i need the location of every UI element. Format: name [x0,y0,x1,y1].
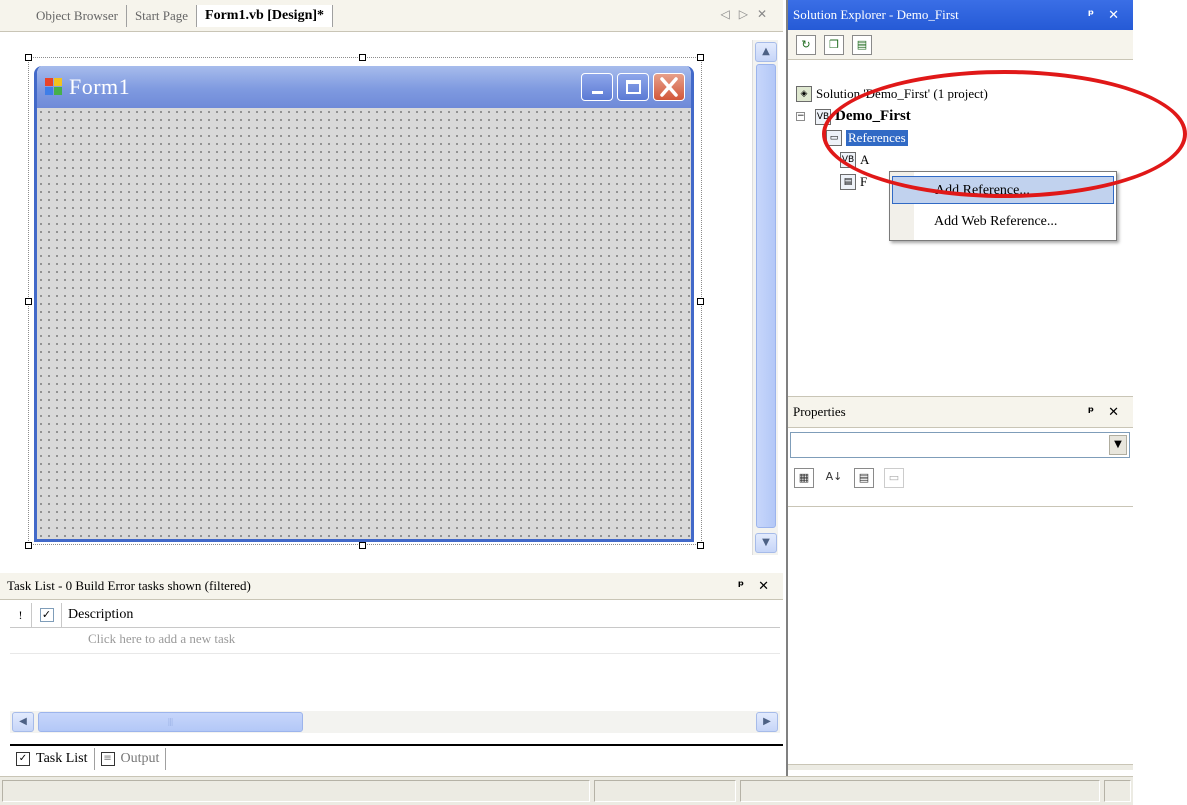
task-list-title: Task List - 0 Build Error tasks shown (f… [7,578,251,593]
object-selector-dropdown[interactable]: ▼ [790,432,1130,458]
bottom-tab-strip: ✓ Task List ≡ Output [10,744,783,772]
properties-description-splitter[interactable] [788,764,1133,770]
output-icon: ≡ [100,752,115,766]
vb-project-icon: VB [815,108,831,125]
pin-icon[interactable]: ᵖ [738,579,744,594]
tree-node-solution[interactable]: ◈ Solution 'Demo_First' (1 project) [796,86,988,102]
resize-handle-nw[interactable] [25,54,32,61]
right-dock: Solution Explorer - Demo_First ᵖ ✕ ↻ ❐ ▤… [786,0,1133,776]
form1-client-area[interactable] [37,108,691,539]
tab-next-icon[interactable]: ▷ [739,7,748,21]
resize-handle-s[interactable] [359,542,366,549]
alphabetical-icon[interactable]: A↓ [824,468,844,488]
form1-title: Form1 [69,74,131,99]
properties-grid[interactable] [788,506,1133,766]
maximize-icon[interactable] [617,73,649,101]
resize-handle-e[interactable] [697,298,704,305]
task-list-column-header: ! ✓ Description [10,602,780,628]
context-menu: Add Reference... Add Web Reference... [889,171,1117,241]
refresh-icon[interactable]: ↻ [796,34,816,55]
tab-close-icon[interactable]: ✕ [757,7,767,21]
designer-surface: Form1 [0,33,752,558]
description-column-header[interactable]: Description [62,607,133,623]
form1-window-buttons [581,73,685,101]
menu-item-add-reference[interactable]: Add Reference... [892,176,1114,204]
new-task-placeholder[interactable]: Click here to add a new task [88,631,235,647]
status-cell-main [2,780,590,802]
tab-object-browser[interactable]: Object Browser [28,4,127,27]
tab-output[interactable]: ≡ Output [95,748,167,770]
tree-node-form1[interactable]: ▤ F [840,174,867,190]
tree-node-references[interactable]: ▭ References [826,130,908,146]
property-pages-icon[interactable]: ▤ [854,468,874,488]
show-all-files-icon[interactable]: ❐ [824,34,844,55]
resize-handle-se[interactable] [697,542,704,549]
references-label: References [846,130,908,146]
references-icon: ▭ [826,130,842,146]
tree-node-project[interactable]: − VB Demo_First [796,108,911,125]
task-row-divider [10,653,780,654]
form-file-icon: ▤ [840,174,856,190]
events-icon[interactable]: ▭ [884,468,904,488]
task-list-icon: ✓ [16,752,30,766]
minimize-icon[interactable] [581,73,613,101]
form1-window[interactable]: Form1 [34,66,694,542]
form-icon [45,78,63,96]
pin-icon[interactable]: ᵖ [1088,405,1094,420]
collapse-icon[interactable]: − [796,112,805,121]
close-icon[interactable]: ✕ [1108,405,1119,420]
vb-file-icon: VB [840,152,856,168]
properties-toolbar: ▦ A↓ ▤ ▭ [790,468,904,488]
scroll-down-icon[interactable]: ▼ [755,533,777,553]
properties-panel: Properties ᵖ ✕ ▼ ▦ A↓ ▤ ▭ [788,396,1133,776]
close-icon[interactable]: ✕ [758,579,769,594]
designer-vertical-scrollbar[interactable]: ▲ ▼ [752,40,778,555]
tab-start-page[interactable]: Start Page [127,4,198,27]
properties-header: Properties ᵖ ✕ [788,396,1133,428]
solution-explorer-title: Solution Explorer - Demo_First [793,7,959,22]
solution-explorer-header: Solution Explorer - Demo_First ᵖ ✕ [788,0,1133,30]
tab-nav-controls: ◁ ▷ ✕ [720,7,767,21]
project-label: Demo_First [835,108,911,124]
priority-column-header[interactable]: ! [10,602,32,628]
assemblyinfo-label: A [860,152,870,167]
checkbox-icon: ✓ [39,608,54,622]
tab-prev-icon[interactable]: ◁ [720,7,729,21]
status-cell-2 [594,780,736,802]
resize-handle-ne[interactable] [697,54,704,61]
scroll-thumb[interactable] [756,64,776,528]
resize-handle-w[interactable] [25,298,32,305]
solution-label: Solution 'Demo_First' (1 project) [816,86,988,101]
resize-handle-n[interactable] [359,54,366,61]
scroll-up-icon[interactable]: ▲ [755,42,777,62]
chevron-down-icon[interactable]: ▼ [1109,435,1127,455]
pin-icon[interactable]: ᵖ [1088,8,1094,23]
properties-title: Properties [793,404,846,419]
status-bar [0,776,1133,805]
solution-explorer-toolbar: ↻ ❐ ▤ [788,30,1133,60]
form1-label: F [860,174,868,189]
tab-form1-design[interactable]: Form1.vb [Design]* [197,4,334,27]
solution-icon: ◈ [796,86,812,102]
scroll-right-icon[interactable]: ▶ [756,712,778,732]
tab-output-label: Output [120,751,160,766]
scroll-left-icon[interactable]: ◀ [12,712,34,732]
status-cell-3 [740,780,1100,802]
resize-handle-sw[interactable] [25,542,32,549]
task-list-panel: Task List - 0 Build Error tasks shown (f… [0,573,783,743]
close-icon[interactable]: ✕ [1108,8,1119,23]
task-list-header: Task List - 0 Build Error tasks shown (f… [0,573,783,600]
close-icon[interactable] [653,73,685,101]
document-tab-strip: Object Browser Start Page Form1.vb [Desi… [0,0,783,32]
categorized-icon[interactable]: ▦ [794,468,814,488]
scroll-thumb[interactable]: ||| [38,712,303,732]
tab-task-list-label: Task List [36,751,88,766]
menu-item-add-web-reference[interactable]: Add Web Reference... [892,208,1114,236]
checked-column-header[interactable]: ✓ [32,602,62,628]
properties-icon[interactable]: ▤ [852,34,872,55]
task-list-horizontal-scrollbar[interactable]: ◀ ||| ▶ [10,711,780,733]
size-grip-icon[interactable] [1104,780,1131,802]
tree-node-assemblyinfo[interactable]: VB A [840,152,869,168]
tab-task-list[interactable]: ✓ Task List [10,748,95,770]
